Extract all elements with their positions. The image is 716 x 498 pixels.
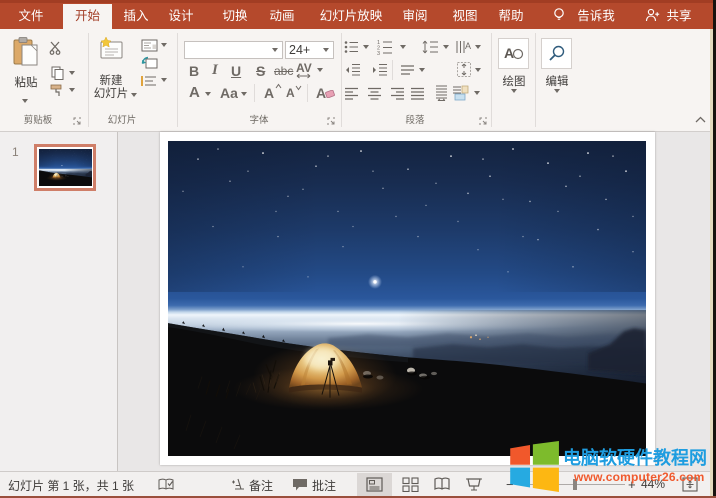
svg-text:A: A bbox=[465, 41, 471, 51]
svg-text:3: 3 bbox=[377, 51, 380, 55]
svg-text:A: A bbox=[504, 45, 514, 61]
